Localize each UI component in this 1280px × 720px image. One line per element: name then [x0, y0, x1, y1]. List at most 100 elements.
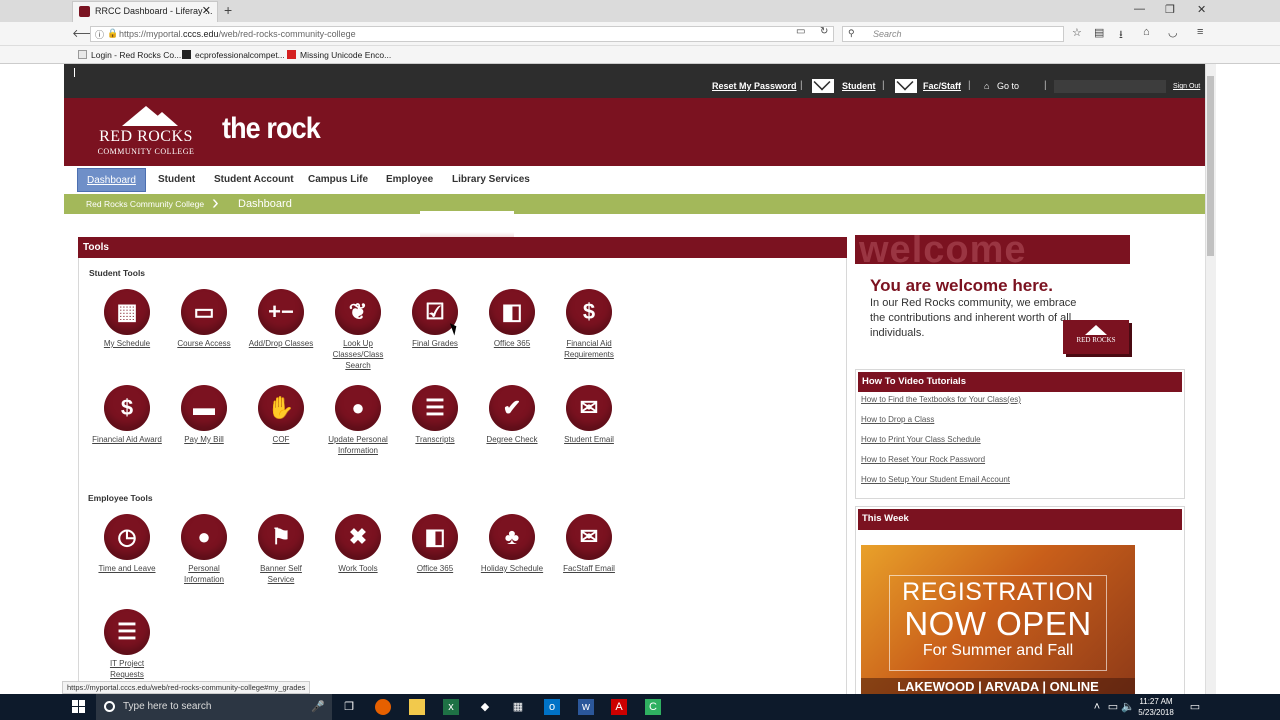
minimize-icon[interactable]: —: [1134, 3, 1145, 15]
reset-password-link[interactable]: Reset My Password: [712, 81, 797, 91]
bookmark-item[interactable]: Login - Red Rocks Co...: [78, 46, 181, 64]
goto-menu[interactable]: Go to: [997, 81, 1019, 91]
tool-add-drop-classes[interactable]: +− Add/Drop Classes: [246, 289, 316, 349]
app-icon[interactable]: ◆: [477, 699, 493, 715]
pocket-icon[interactable]: ◡: [1168, 26, 1178, 39]
task-view-icon[interactable]: ❐: [341, 699, 357, 715]
tool-transcripts[interactable]: ☰ Transcripts: [400, 385, 470, 445]
tool-label: Financial Aid Award: [92, 435, 162, 444]
portal-topbar: Reset My Password | Student | Fac/Staff …: [64, 64, 1205, 98]
chevron-right-icon: ›: [212, 192, 219, 214]
person-icon: ●: [181, 514, 227, 560]
video-link[interactable]: How to Find the Textbooks for Your Class…: [861, 395, 1021, 404]
tab-campus-life[interactable]: Campus Life: [299, 168, 377, 192]
library-icon[interactable]: ▤: [1094, 26, 1104, 39]
tool-label: COF: [272, 435, 290, 444]
tool-financial-aid-award[interactable]: $ Financial Aid Award: [92, 385, 162, 445]
bookmark-item[interactable]: Missing Unicode Enco...: [287, 46, 391, 64]
reload-icon[interactable]: ↻: [820, 26, 828, 37]
tool-office-365[interactable]: ◧ Office 365: [400, 514, 470, 574]
sign-out-link[interactable]: Sign Out: [1173, 83, 1200, 90]
scrollbar-thumb[interactable]: [1207, 76, 1214, 256]
outlook-icon[interactable]: o: [544, 699, 560, 715]
tray-chevron-icon[interactable]: ˄: [1089, 699, 1105, 715]
taskbar-clock[interactable]: 11:27 AM 5/23/2018: [1136, 696, 1176, 718]
volume-icon[interactable]: 🔈: [1120, 699, 1136, 715]
tool-label: Update Personal Information: [328, 435, 388, 455]
student-email-icon[interactable]: [812, 79, 834, 93]
windows-start-icon[interactable]: [72, 700, 86, 714]
tool-it-project-requests[interactable]: ☰ IT Project Requests: [92, 609, 162, 680]
acrobat-icon[interactable]: A: [611, 699, 627, 715]
tool-banner-self-service[interactable]: ⚑ Banner Self Service: [246, 514, 316, 585]
browser-tab[interactable]: RRCC Dashboard - Liferay ... ✕: [72, 1, 218, 22]
window-close-icon[interactable]: ✕: [1197, 3, 1206, 16]
tab-dashboard[interactable]: Dashboard: [77, 168, 146, 192]
restore-icon[interactable]: ❐: [1165, 3, 1175, 16]
download-icon[interactable]: ⭳: [1119, 26, 1123, 45]
video-link[interactable]: How to Setup Your Student Email Account: [861, 475, 1010, 484]
video-tutorials-header: How To Video Tutorials: [858, 372, 1182, 392]
tool-student-email[interactable]: ✉ Student Email: [554, 385, 624, 445]
network-icon[interactable]: ▭: [1105, 699, 1121, 715]
palm-tree-icon: ♣: [489, 514, 535, 560]
new-tab-icon[interactable]: +: [224, 2, 232, 18]
tool-cof[interactable]: ✋ COF: [246, 385, 316, 445]
tab-employee[interactable]: Employee: [377, 168, 442, 192]
home-icon[interactable]: ⌂: [1143, 26, 1150, 38]
calculator-icon[interactable]: ▦: [510, 699, 526, 715]
word-icon[interactable]: w: [578, 699, 594, 715]
bookmark-star-icon[interactable]: ☆: [1072, 26, 1082, 39]
facstaff-email-link[interactable]: Fac/Staff: [923, 81, 961, 91]
envelope-icon: ✉: [566, 514, 612, 560]
tab-student[interactable]: Student: [149, 168, 204, 192]
person-icon: ●: [335, 385, 381, 431]
tool-time-and-leave[interactable]: ◷ Time and Leave: [92, 514, 162, 574]
bookmark-item[interactable]: ecprofessionalcompet...: [182, 46, 285, 64]
tab-library-services[interactable]: Library Services: [443, 168, 539, 192]
mountain-icon: [1085, 325, 1107, 335]
student-email-link[interactable]: Student: [842, 81, 876, 91]
tool-office-365[interactable]: ◧ Office 365: [477, 289, 547, 349]
tool-degree-check[interactable]: ✔ Degree Check: [477, 385, 547, 445]
tool-personal-information[interactable]: ● Personal Information: [169, 514, 239, 585]
notifications-icon[interactable]: ▭: [1187, 699, 1203, 715]
credit-card-icon: ▬: [181, 385, 227, 431]
tool-financial-aid-requirements[interactable]: $ Financial Aid Requirements: [554, 289, 624, 360]
document-dollar-icon: $: [566, 289, 612, 335]
taskbar-search[interactable]: Type here to search: [96, 694, 332, 720]
tool-look-up-classes-class-search[interactable]: ❦ Look Up Classes/Class Search: [323, 289, 393, 371]
video-link[interactable]: How to Print Your Class Schedule: [861, 435, 981, 444]
user-name-redacted: [1054, 80, 1166, 93]
tool-facstaff-email[interactable]: ✉ FacStaff Email: [554, 514, 624, 574]
reader-view-icon[interactable]: ▭: [796, 26, 805, 37]
address-bar[interactable]: https://myportal.cccs.edu/web/red-rocks-…: [90, 26, 834, 42]
search-input[interactable]: Search: [842, 26, 1064, 42]
cortana-icon: [104, 701, 115, 712]
bookmarks-bar: Login - Red Rocks Co... ecprofessionalco…: [0, 46, 1280, 64]
excel-icon[interactable]: x: [443, 699, 459, 715]
tool-my-schedule[interactable]: ▦ My Schedule: [92, 289, 162, 349]
file-explorer-icon[interactable]: [409, 699, 425, 715]
tool-final-grades[interactable]: ☑ Final Grades: [400, 289, 470, 349]
tool-course-access[interactable]: ▭ Course Access: [169, 289, 239, 349]
close-tab-icon[interactable]: ✕: [202, 2, 211, 21]
registration-banner[interactable]: REGISTRATION NOW OPEN For Summer and Fal…: [861, 545, 1135, 695]
tool-holiday-schedule[interactable]: ♣ Holiday Schedule: [477, 514, 547, 574]
microphone-icon[interactable]: 🎤: [310, 699, 326, 715]
breadcrumb-root[interactable]: Red Rocks Community College: [86, 194, 204, 214]
tool-pay-my-bill[interactable]: ▬ Pay My Bill: [169, 385, 239, 445]
rrcc-logo[interactable]: RED ROCKS COMMUNITY COLLEGE: [92, 106, 200, 160]
facstaff-email-icon[interactable]: [895, 79, 917, 93]
tool-update-personal-information[interactable]: ● Update Personal Information: [323, 385, 393, 456]
menu-icon[interactable]: ≡: [1197, 26, 1203, 38]
status-url: https://myportal.cccs.edu/web/red-rocks-…: [62, 681, 311, 694]
camtasia-icon[interactable]: C: [645, 699, 661, 715]
firefox-icon[interactable]: [375, 699, 391, 715]
tool-work-tools[interactable]: ✖ Work Tools: [323, 514, 393, 574]
breadcrumb: Red Rocks Community College › Dashboard: [64, 192, 1205, 214]
video-link[interactable]: How to Reset Your Rock Password: [861, 455, 985, 464]
video-link[interactable]: How to Drop a Class: [861, 415, 934, 424]
tab-student-account[interactable]: Student Account: [205, 168, 303, 192]
info-icon[interactable]: ⓘ: [95, 28, 104, 41]
